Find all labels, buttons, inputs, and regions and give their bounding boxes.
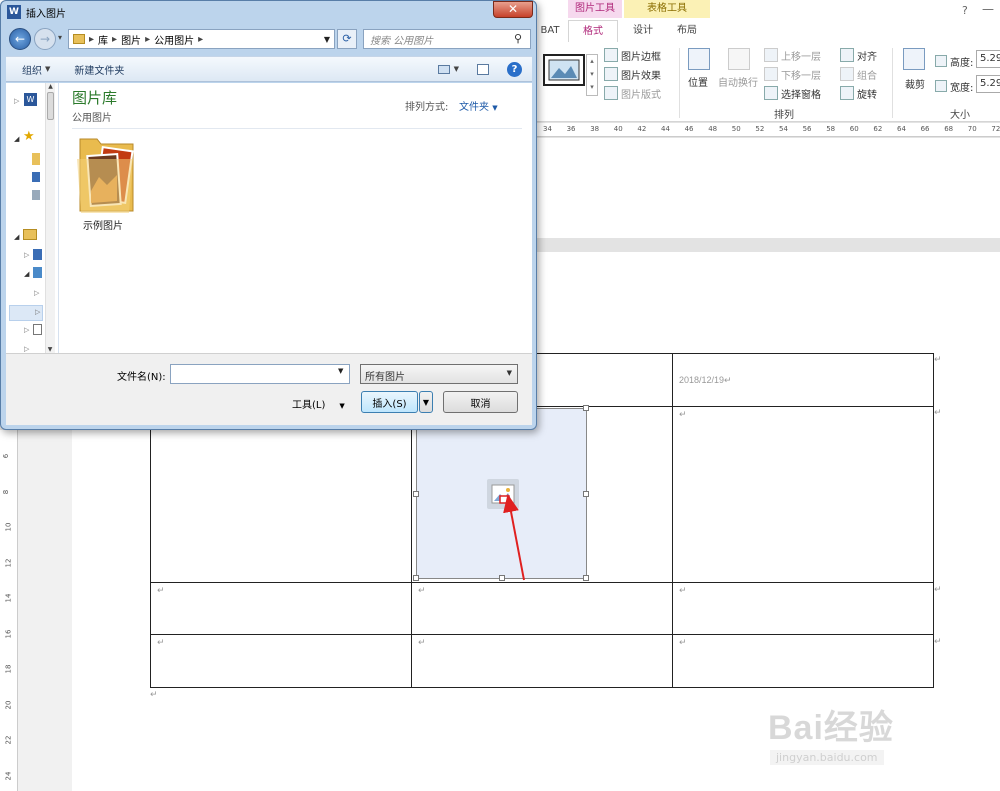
pictures-icon[interactable] — [33, 267, 42, 278]
file-type-select[interactable]: 所有图片 ▼ — [360, 364, 518, 384]
organize-button[interactable]: 组织 — [22, 62, 42, 77]
dialog-toolbar: 组织 ▼ 新建文件夹 ▼ ? — [6, 56, 532, 82]
preview-pane-icon[interactable] — [477, 63, 489, 75]
breadcrumb-separator: ▸ — [89, 33, 95, 45]
breadcrumb-separator: ▸ — [112, 33, 118, 45]
sort-by-label: 排列方式: — [405, 102, 449, 113]
file-type-value: 所有图片 — [365, 372, 405, 383]
folder-name-label: 示例图片 — [83, 221, 123, 232]
expand-arrow-icon[interactable]: ▷ — [14, 97, 19, 105]
filename-dropdown-icon[interactable]: ▼ — [338, 367, 343, 375]
address-dropdown-icon[interactable]: ▼ — [324, 35, 330, 44]
new-folder-button[interactable]: 新建文件夹 — [74, 62, 124, 77]
breadcrumb-separator: ▸ — [145, 33, 151, 45]
library-title: 图片库 — [72, 89, 118, 107]
search-input[interactable]: 搜索 公用图片 — [363, 29, 531, 49]
select-chevron-icon: ▼ — [506, 369, 512, 377]
expand-arrow-icon[interactable]: ▷ — [24, 251, 29, 259]
dialog-footer: 文件名(N): ▼ 所有图片 ▼ 工具(L) ▼ 插入(S) ▼ 取消 — [6, 353, 532, 425]
address-bar[interactable]: ▸ 库 ▸ 图片 ▸ 公用图片 ▸ ▼ — [68, 29, 335, 49]
breadcrumb-item[interactable]: 图片 — [121, 32, 141, 47]
cancel-button[interactable]: 取消 — [443, 391, 518, 413]
favorites-star-icon[interactable]: ★ — [23, 129, 35, 144]
filename-input[interactable] — [170, 364, 350, 384]
folder-with-pictures-icon — [77, 138, 134, 213]
dialog-title: 插入图片 — [26, 9, 66, 20]
scroll-thumb[interactable] — [47, 92, 54, 120]
back-arrow-icon[interactable]: ← — [9, 28, 31, 50]
expand-arrow-icon[interactable]: ▷ — [24, 345, 29, 353]
library-subtitle: 公用图片 — [72, 113, 112, 124]
selected-nav-item[interactable]: ▷ — [9, 305, 43, 321]
change-view-icon[interactable] — [437, 64, 450, 74]
collapse-arrow-icon[interactable]: ◢ — [24, 270, 29, 278]
search-icon[interactable]: ⚲ — [514, 32, 522, 45]
expand-arrow-icon[interactable]: ▷ — [24, 326, 29, 334]
tools-label: 工具(L) — [292, 400, 326, 411]
recent-pages-chevron-icon[interactable]: ▾ — [58, 33, 62, 42]
sort-chevron-icon: ▼ — [492, 104, 498, 112]
close-icon[interactable]: ✕ — [493, 1, 533, 18]
header-divider — [72, 128, 522, 129]
nav-scrollbar[interactable]: ▲ ▼ — [45, 83, 55, 353]
folder-icon — [73, 34, 85, 44]
file-list-area[interactable]: 图片库 公用图片 排列方式: 文件夹 ▼ 示例图片 — [59, 83, 532, 353]
tools-chevron-icon: ▼ — [339, 402, 345, 410]
breadcrumb-separator: ▸ — [198, 33, 204, 45]
insert-dropdown-icon[interactable]: ▼ — [419, 391, 433, 413]
folder-item-sample-pictures[interactable] — [77, 135, 139, 215]
scroll-up-icon[interactable]: ▲ — [46, 83, 55, 90]
insert-button[interactable]: 插入(S) — [361, 391, 418, 413]
filename-label: 文件名(N): — [117, 372, 166, 383]
help-icon[interactable]: ? — [507, 61, 522, 77]
refresh-icon[interactable]: ⟳ — [337, 29, 357, 49]
organize-chevron-icon: ▼ — [45, 65, 51, 73]
breadcrumb-item[interactable]: 公用图片 — [154, 32, 194, 47]
folder-icon[interactable] — [32, 153, 40, 165]
insert-picture-dialog[interactable]: W 插入图片 ✕ ← → ▾ ▸ 库 ▸ 图片 ▸ 公用图片 ▸ ▼ ⟳ 搜索 … — [0, 0, 537, 430]
documents-icon[interactable] — [33, 249, 42, 260]
desktop-icon[interactable] — [32, 172, 40, 182]
sort-by-dropdown[interactable]: 文件夹 ▼ — [459, 98, 498, 113]
scroll-down-icon[interactable]: ▼ — [46, 346, 54, 353]
collapse-arrow-icon[interactable]: ◢ — [14, 233, 19, 241]
word-app-icon: W — [7, 5, 21, 19]
recent-places-icon[interactable] — [32, 190, 40, 200]
expand-arrow-icon[interactable]: ▷ — [34, 289, 39, 297]
dialog-titlebar[interactable]: W 插入图片 ✕ — [1, 1, 536, 23]
music-icon[interactable] — [33, 324, 42, 335]
word-doc-icon[interactable]: W — [24, 93, 37, 106]
forward-arrow-icon[interactable]: → — [34, 28, 56, 50]
view-chevron-icon[interactable]: ▼ — [454, 65, 459, 73]
breadcrumb-item[interactable]: 库 — [98, 32, 108, 47]
tools-menu[interactable]: 工具(L) ▼ — [292, 396, 345, 411]
collapse-arrow-icon[interactable]: ◢ — [14, 135, 19, 143]
arrow-to-picture-icon — [503, 494, 525, 581]
sort-by-value: 文件夹 — [459, 102, 489, 113]
libraries-icon[interactable] — [23, 229, 37, 240]
navigation-pane[interactable]: ▷ W ◢ ★ ◢ ▷ ◢ ▷ ▷ ▷ ▷ ▲ ▼ — [6, 83, 59, 353]
expand-arrow-icon: ▷ — [35, 308, 41, 316]
